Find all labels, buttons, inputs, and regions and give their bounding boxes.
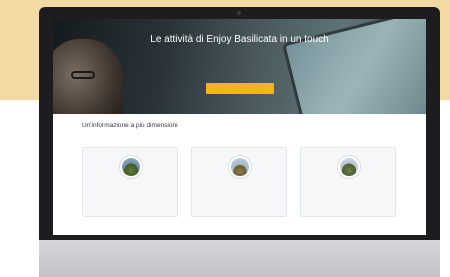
monitor-screen: Le attività di Enjoy Basilicata in un to… bbox=[53, 19, 426, 235]
feature-card[interactable] bbox=[82, 147, 178, 217]
feature-card[interactable] bbox=[300, 147, 396, 217]
monitor-frame: Le attività di Enjoy Basilicata in un to… bbox=[39, 7, 440, 245]
glasses-icon bbox=[71, 71, 95, 79]
landscape-icon bbox=[338, 156, 360, 178]
hero-title: Le attività di Enjoy Basilicata in un to… bbox=[150, 34, 329, 45]
landscape-icon bbox=[229, 156, 251, 178]
feature-card[interactable] bbox=[191, 147, 287, 217]
hero-cta-button[interactable] bbox=[206, 83, 274, 94]
hero-banner: Le attività di Enjoy Basilicata in un to… bbox=[53, 19, 426, 114]
monitor-chin bbox=[39, 240, 440, 277]
camera-icon bbox=[237, 11, 241, 15]
landscape-icon bbox=[120, 156, 142, 178]
section-title: Un'informazione a più dimensioni bbox=[82, 122, 178, 129]
